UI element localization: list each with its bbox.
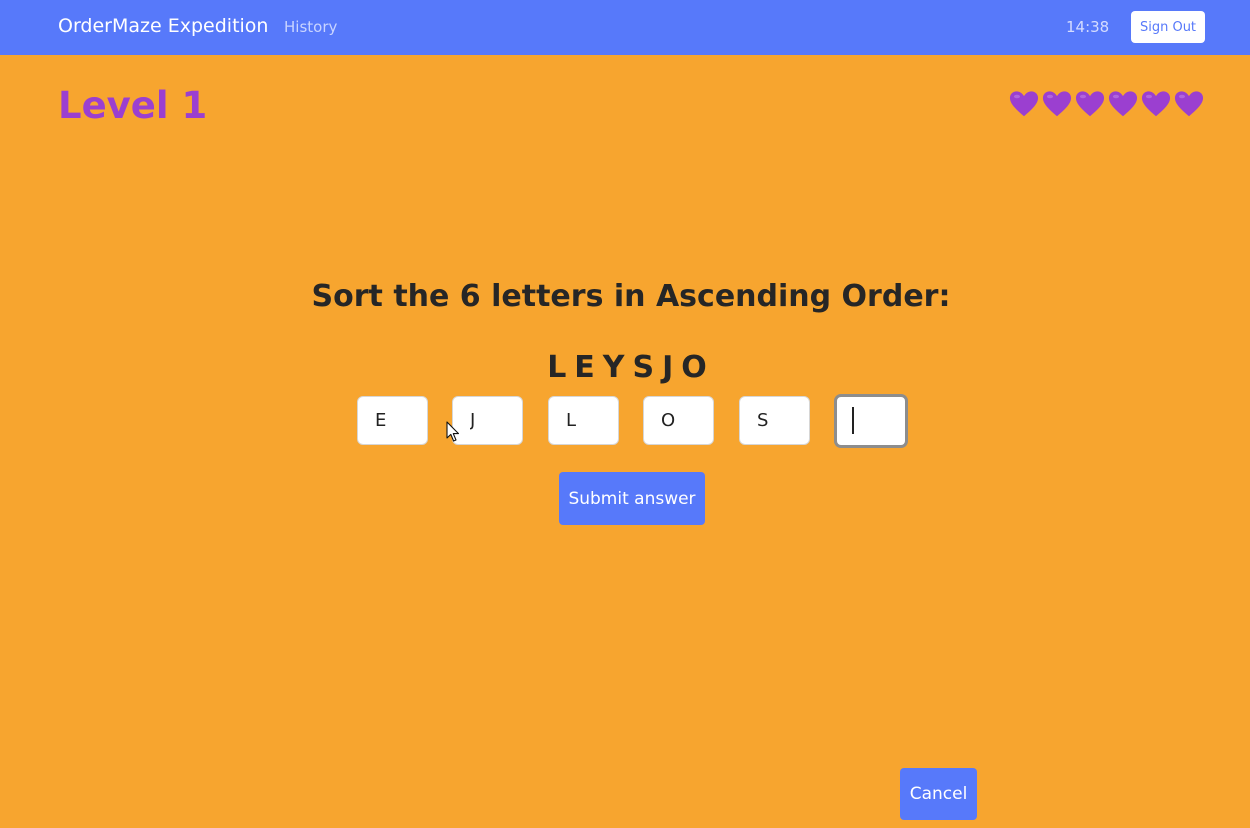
scrambled-letters: LEYSJO bbox=[547, 350, 715, 385]
level-title: Level 1 bbox=[58, 84, 208, 127]
answer-slot-6[interactable] bbox=[834, 394, 908, 448]
sign-out-button[interactable]: Sign Out bbox=[1131, 11, 1205, 43]
sort-prompt: Sort the 6 letters in Ascending Order: bbox=[311, 279, 951, 314]
answer-slot-4[interactable] bbox=[643, 396, 714, 445]
heart-icon bbox=[1075, 89, 1105, 119]
mouse-pointer-icon bbox=[446, 421, 460, 443]
cancel-button[interactable]: Cancel bbox=[900, 768, 977, 820]
heart-icon bbox=[1108, 89, 1138, 119]
heart-icon bbox=[1042, 89, 1072, 119]
heart-icon bbox=[1174, 89, 1204, 119]
answer-slot-5[interactable] bbox=[739, 396, 810, 445]
answer-slot-1[interactable] bbox=[357, 396, 428, 445]
lives-hearts bbox=[1009, 89, 1205, 119]
text-caret bbox=[852, 407, 854, 434]
clock-time: 14:38 bbox=[1066, 18, 1110, 36]
submit-answer-button[interactable]: Submit answer bbox=[559, 472, 705, 525]
heart-icon bbox=[1009, 89, 1039, 119]
top-navbar: OrderMaze Expedition History 14:38 Sign … bbox=[0, 0, 1250, 55]
answer-slot-3[interactable] bbox=[548, 396, 619, 445]
nav-link-history[interactable]: History bbox=[284, 18, 337, 36]
app-brand[interactable]: OrderMaze Expedition bbox=[58, 15, 268, 37]
heart-icon bbox=[1141, 89, 1171, 119]
answer-slot-2[interactable] bbox=[452, 396, 523, 445]
